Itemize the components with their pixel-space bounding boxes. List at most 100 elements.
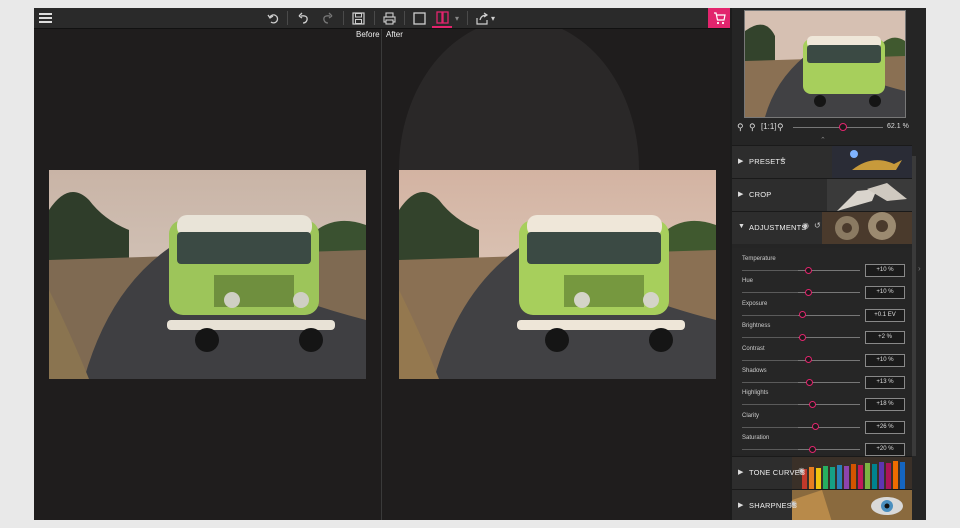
cart-icon xyxy=(713,11,726,24)
adjustment-label: Clarity xyxy=(742,412,760,419)
after-label: After xyxy=(386,30,403,39)
sharpness-tiger-image xyxy=(792,490,912,520)
adjustment-value-field[interactable]: +10 % xyxy=(865,286,905,300)
undo-icon[interactable] xyxy=(294,8,312,28)
adjustment-value-field[interactable]: +18 % xyxy=(865,398,905,412)
adjustments-panel: Temperature +10 % Hue +10 % Exposure +0.1 EV B… xyxy=(732,248,912,457)
expand-arrow-icon: ▶ xyxy=(738,469,744,476)
adjustment-value-field[interactable]: +13 % xyxy=(865,376,905,389)
tone-curves-pencils-image xyxy=(792,457,912,489)
presets-lamp-image xyxy=(832,146,912,178)
zoom-slider-knob[interactable] xyxy=(838,123,847,131)
visibility-eye-icon[interactable]: ◉ xyxy=(802,221,809,230)
adjustment-value-field[interactable]: +26 % xyxy=(865,420,905,434)
adjustment-value-field[interactable]: +20 % xyxy=(865,443,905,457)
adjustment-slider-track[interactable] xyxy=(742,314,798,316)
adjustment-slider-knob[interactable] xyxy=(808,445,816,453)
panel-adjustments[interactable]: ▼ ADJUSTMENTS ◉ ↺ xyxy=(732,211,912,244)
adjustment-label: Saturation xyxy=(742,435,770,442)
reset-icon[interactable]: ↺ xyxy=(814,221,821,230)
adjustment-slider-track[interactable] xyxy=(798,314,860,316)
adjustment-label: Contrast xyxy=(742,345,765,352)
panel-tone-curves[interactable]: ▶ TONE CURVES ◉ xyxy=(732,456,912,489)
panel-presets[interactable]: ▶ PRESETS + xyxy=(732,145,912,178)
zoom-value: 62.1 % xyxy=(887,123,909,130)
panel-title: TONE CURVES xyxy=(749,468,806,477)
adjustment-label: Shadows xyxy=(742,368,767,374)
adjustment-slider-track[interactable] xyxy=(798,404,860,406)
adjustment-slider-track[interactable] xyxy=(742,382,798,383)
share-dropdown[interactable]: ▾ xyxy=(489,8,497,28)
collapse-navigator-icon[interactable]: ⌃ xyxy=(820,136,826,144)
fit-screen-icon[interactable]: ⚲ xyxy=(777,122,784,133)
adjustment-slider-knob[interactable] xyxy=(799,333,807,341)
after-photo xyxy=(399,170,716,379)
adjustment-slider-knob[interactable] xyxy=(805,356,813,364)
adjustment-label: Highlights xyxy=(742,390,769,397)
expand-arrow-icon: ▶ xyxy=(738,502,744,509)
expand-arrow-icon: ▶ xyxy=(738,191,744,198)
toolbar-separator xyxy=(374,11,375,25)
navigator-thumbnail[interactable] xyxy=(744,10,906,118)
adjustment-slider-knob[interactable] xyxy=(805,266,813,274)
adjustment-slider-knob[interactable] xyxy=(812,423,820,431)
toolbar-separator xyxy=(287,11,288,25)
image-canvas[interactable] xyxy=(34,29,730,520)
actual-size-icon[interactable]: [1:1] xyxy=(761,122,777,131)
redo-icon[interactable] xyxy=(318,8,336,28)
adjustment-label: Exposure xyxy=(742,300,768,307)
visibility-eye-icon[interactable]: ◉ xyxy=(798,466,805,475)
split-view-dropdown[interactable]: ▾ xyxy=(452,8,462,28)
adjustment-slider-track[interactable] xyxy=(742,426,798,428)
crop-hands-image xyxy=(827,179,912,211)
photo-editor-window: ▾ ▾ Before After ⚲ ⚲ [1:1] ⚲ 62.1 % ⌃ ▶ … xyxy=(34,8,926,520)
toolbar-separator xyxy=(467,11,468,25)
adjustment-value-field[interactable]: +10 % xyxy=(865,264,905,277)
adjustment-label: Hue xyxy=(742,278,754,285)
visibility-eye-icon[interactable]: ◉ xyxy=(790,499,797,508)
adjustment-label: Brightness xyxy=(742,323,771,330)
zoom-slider-track[interactable] xyxy=(793,127,883,128)
panel-title: ADJUSTMENTS xyxy=(749,223,807,232)
zoom-in-icon[interactable]: ⚲ xyxy=(749,122,756,133)
adjustment-value-field[interactable]: +10 % xyxy=(865,353,905,367)
collapse-sidebar-icon[interactable]: › xyxy=(918,264,921,273)
adjustment-slider-knob[interactable] xyxy=(799,311,807,319)
adjustment-value-field[interactable]: +2 % xyxy=(865,331,905,345)
zoom-controls: ⚲ ⚲ [1:1] ⚲ 62.1 % xyxy=(737,122,917,134)
print-icon[interactable] xyxy=(380,8,398,28)
add-preset-icon[interactable]: + xyxy=(780,155,786,166)
adjustment-slider-track[interactable] xyxy=(742,449,798,451)
sidebar-scrollbar[interactable] xyxy=(912,156,916,456)
toolbar-separator xyxy=(343,11,344,25)
adjustment-slider-track[interactable] xyxy=(742,337,798,339)
share-icon[interactable] xyxy=(474,8,490,28)
split-divider[interactable] xyxy=(381,29,382,520)
before-photo xyxy=(49,170,366,379)
expand-arrow-icon: ▶ xyxy=(738,158,744,165)
adjustment-slider-track[interactable] xyxy=(798,449,860,451)
single-view-icon[interactable] xyxy=(410,8,428,28)
adjustments-gears-image xyxy=(822,212,912,244)
adjustment-slider-knob[interactable] xyxy=(805,288,813,296)
cart-button[interactable] xyxy=(708,8,730,28)
save-icon[interactable] xyxy=(349,8,367,28)
top-toolbar: ▾ ▾ xyxy=(34,8,730,29)
hamburger-icon[interactable] xyxy=(37,8,53,28)
panel-sharpness[interactable]: ▶ SHARPNESS ◉ xyxy=(732,489,912,520)
adjustment-slider-track[interactable] xyxy=(742,404,798,406)
zoom-out-icon[interactable]: ⚲ xyxy=(737,122,744,133)
adjustment-slider-track[interactable] xyxy=(798,426,860,428)
split-view-icon[interactable] xyxy=(432,8,452,28)
panel-crop[interactable]: ▶ CROP xyxy=(732,178,912,211)
adjustment-slider-track[interactable] xyxy=(742,270,798,271)
adjustment-slider-track[interactable] xyxy=(742,292,798,294)
adjustment-value-field[interactable]: +0.1 EV xyxy=(865,308,905,322)
adjustment-slider-track[interactable] xyxy=(742,359,798,361)
adjustment-slider-track[interactable] xyxy=(798,337,860,339)
adjustment-slider-knob[interactable] xyxy=(806,378,814,386)
collapse-arrow-icon: ▼ xyxy=(738,223,745,230)
panel-title: CROP xyxy=(749,190,772,199)
undo-all-icon[interactable] xyxy=(264,8,282,28)
adjustment-slider-knob[interactable] xyxy=(808,400,816,408)
